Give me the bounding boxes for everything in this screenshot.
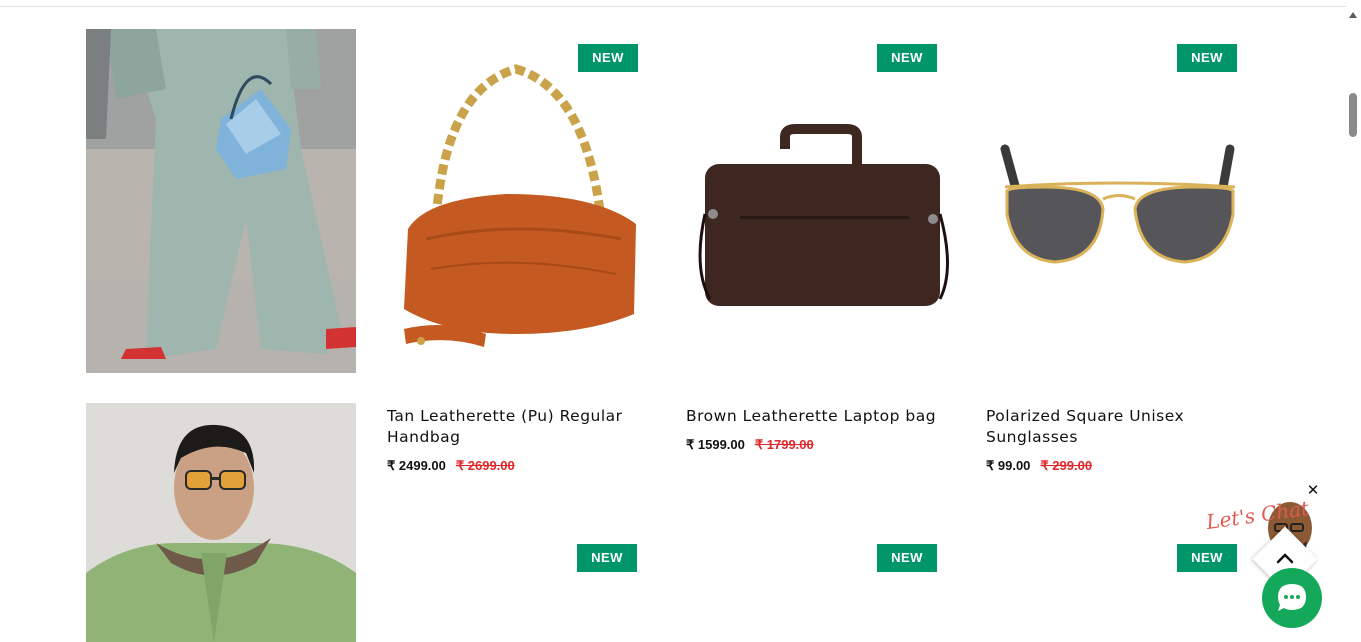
product-prices: ₹ 2499.00 ₹ 2699.00 (387, 458, 515, 474)
product-mrp: ₹ 2699.00 (455, 458, 515, 473)
chat-bubble-icon (1278, 584, 1306, 611)
product-price: ₹ 2499.00 (387, 458, 446, 473)
product-title[interactable]: Tan Leatherette (Pu) Regular Handbag (387, 406, 647, 448)
new-badge: NEW (1177, 44, 1237, 72)
product-prices: ₹ 99.00 ₹ 299.00 (986, 458, 1092, 474)
scroll-thumb[interactable] (1349, 93, 1357, 137)
product-price: ₹ 1599.00 (686, 437, 745, 452)
lifestyle-image-sunglasses[interactable] (86, 403, 356, 642)
new-badge: NEW (877, 44, 937, 72)
product-mrp: ₹ 1799.00 (754, 437, 814, 452)
product-title[interactable]: Brown Leatherette Laptop bag (686, 406, 946, 427)
product-image[interactable] (985, 29, 1255, 373)
new-badge: NEW (578, 44, 638, 72)
new-badge: NEW (877, 544, 937, 572)
product-mrp: ₹ 299.00 (1040, 458, 1093, 473)
product-image[interactable] (386, 29, 656, 373)
chat-button[interactable] (1262, 568, 1322, 628)
new-badge: NEW (577, 544, 637, 572)
scroll-up-arrow-icon[interactable] (1349, 12, 1357, 18)
lifestyle-image-bag[interactable] (86, 29, 356, 373)
page-top-divider (0, 6, 1346, 7)
product-price: ₹ 99.00 (986, 458, 1031, 473)
page-scrollbar[interactable] (1346, 7, 1361, 642)
product-title[interactable]: Polarized Square Unisex Sunglasses (986, 406, 1246, 448)
product-image[interactable] (685, 29, 955, 373)
product-prices: ₹ 1599.00 ₹ 1799.00 (686, 437, 814, 453)
